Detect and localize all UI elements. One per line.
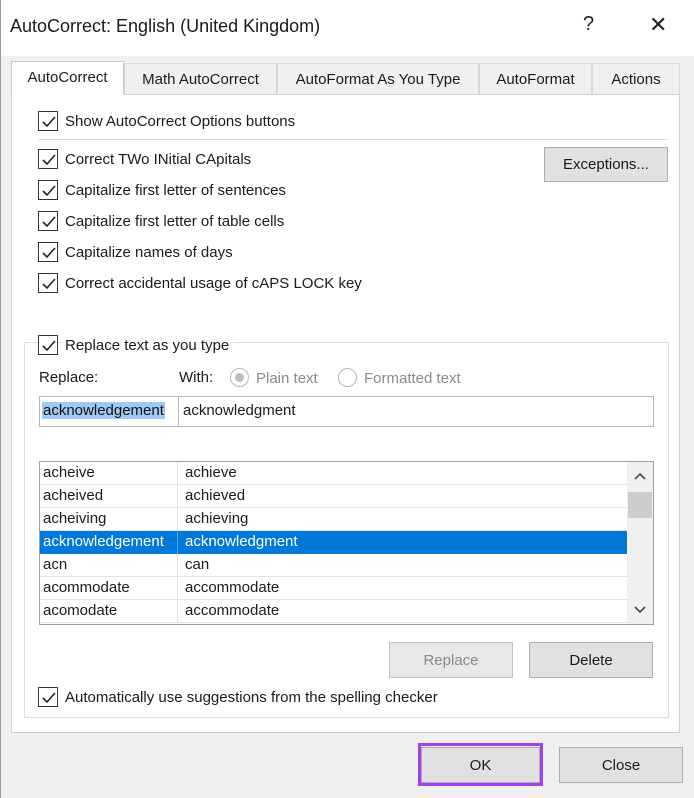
checkmark-icon (42, 278, 56, 290)
correct-two-initial-capitals-label: Correct TWo INitial CApitals (65, 151, 252, 168)
list-scrollbar[interactable] (627, 462, 653, 624)
column-divider (177, 508, 178, 531)
with-label: With: (179, 369, 214, 386)
tab-math-autocorrect[interactable]: Math AutoCorrect (124, 63, 277, 95)
list-item-replace: acheive (43, 464, 95, 481)
checkmark-icon (42, 247, 56, 259)
column-divider (177, 554, 178, 577)
replace-input-value: acknowledgement (42, 402, 165, 419)
tab-actions[interactable]: Actions (592, 63, 680, 95)
list-item-replace: acheived (43, 487, 104, 504)
formatted-text-label: Formatted text (364, 370, 461, 387)
list-item-replace: acknowledgement (43, 533, 164, 550)
list-item-with: can (185, 556, 210, 573)
tab-autocorrect[interactable]: AutoCorrect (11, 61, 124, 95)
list-item[interactable]: acomodate accommodate (40, 600, 627, 623)
capitalize-sentences-checkbox[interactable] (38, 180, 58, 200)
list-item-with: achieve (185, 464, 237, 481)
help-icon[interactable]: ? (583, 13, 594, 36)
plain-text-label: Plain text (256, 370, 318, 387)
delete-button[interactable]: Delete (529, 642, 653, 678)
list-item-with: accommodate (185, 579, 280, 596)
checkmark-icon (42, 116, 56, 128)
checkmark-icon (42, 692, 56, 704)
list-item[interactable]: acheive achieve (40, 462, 627, 485)
checkmark-icon (42, 154, 56, 166)
with-input[interactable]: acknowledgment (178, 396, 654, 427)
replace-input[interactable]: acknowledgement (39, 396, 179, 427)
capitalize-days-checkbox[interactable] (38, 242, 58, 262)
checkmark-icon (42, 340, 56, 352)
show-options-buttons-checkbox[interactable] (38, 111, 58, 131)
window-border (0, 0, 1, 798)
exceptions-button[interactable]: Exceptions... (544, 147, 668, 182)
list-item[interactable]: acn can (40, 554, 627, 577)
replace-label: Replace: (39, 369, 99, 386)
column-divider (177, 531, 178, 554)
checkmark-icon (42, 216, 56, 228)
replacement-list[interactable]: acheive achieve acheived achieved acheiv… (39, 461, 654, 625)
chevron-down-icon[interactable] (634, 606, 646, 614)
tab-autoformat[interactable]: AutoFormat (479, 63, 592, 95)
title-bar: AutoCorrect: English (United Kingdom) ? … (0, 0, 694, 56)
caps-lock-checkbox[interactable] (38, 273, 58, 293)
window-title: AutoCorrect: English (United Kingdom) (10, 16, 321, 36)
tab-autoformat-as-you-type[interactable]: AutoFormat As You Type (277, 63, 479, 95)
list-item-replace: acomodate (43, 602, 118, 619)
list-item-with: accommodate (185, 602, 280, 619)
capitalize-sentences-label: Capitalize first letter of sentences (65, 182, 286, 199)
chevron-up-icon[interactable] (634, 472, 646, 480)
capitalize-table-cells-label: Capitalize first letter of table cells (65, 213, 285, 230)
list-item-replace: acommodate (43, 579, 130, 596)
list-item-with: acknowledgment (185, 533, 298, 550)
close-button[interactable]: Close (559, 747, 683, 783)
capitalize-table-cells-checkbox[interactable] (38, 211, 58, 231)
capitalize-days-label: Capitalize names of days (65, 244, 233, 261)
separator (38, 139, 668, 140)
list-item-with: achieving (185, 510, 249, 527)
replace-button[interactable]: Replace (389, 642, 513, 678)
scrollbar-thumb[interactable] (628, 492, 652, 518)
replace-as-you-type-checkbox[interactable] (38, 335, 58, 355)
list-item-with: achieved (185, 487, 246, 504)
list-item-selected[interactable]: acknowledgement acknowledgment (40, 531, 627, 554)
column-divider (177, 577, 178, 600)
spelling-suggestions-label: Automatically use suggestions from the s… (65, 689, 438, 706)
list-item[interactable]: acommodate accommodate (40, 577, 627, 600)
checkmark-icon (42, 185, 56, 197)
column-divider (177, 600, 178, 623)
list-item[interactable]: acheived achieved (40, 485, 627, 508)
plain-text-radio[interactable] (230, 368, 249, 387)
ok-button-highlight (418, 743, 543, 786)
list-item-replace: acheiving (43, 510, 107, 527)
spelling-suggestions-checkbox[interactable] (38, 687, 58, 707)
close-icon[interactable]: ✕ (649, 12, 667, 38)
correct-two-initial-capitals-checkbox[interactable] (38, 149, 58, 169)
replace-as-you-type-label: Replace text as you type (63, 337, 234, 354)
show-options-buttons-label: Show AutoCorrect Options buttons (65, 113, 296, 130)
column-divider (177, 462, 178, 485)
list-item-replace: acn (43, 556, 68, 573)
with-input-value: acknowledgment (183, 402, 296, 419)
list-item[interactable]: acheiving achieving (40, 508, 627, 531)
caps-lock-label: Correct accidental usage of cAPS LOCK ke… (65, 275, 362, 292)
column-divider (177, 485, 178, 508)
formatted-text-radio[interactable] (338, 368, 357, 387)
